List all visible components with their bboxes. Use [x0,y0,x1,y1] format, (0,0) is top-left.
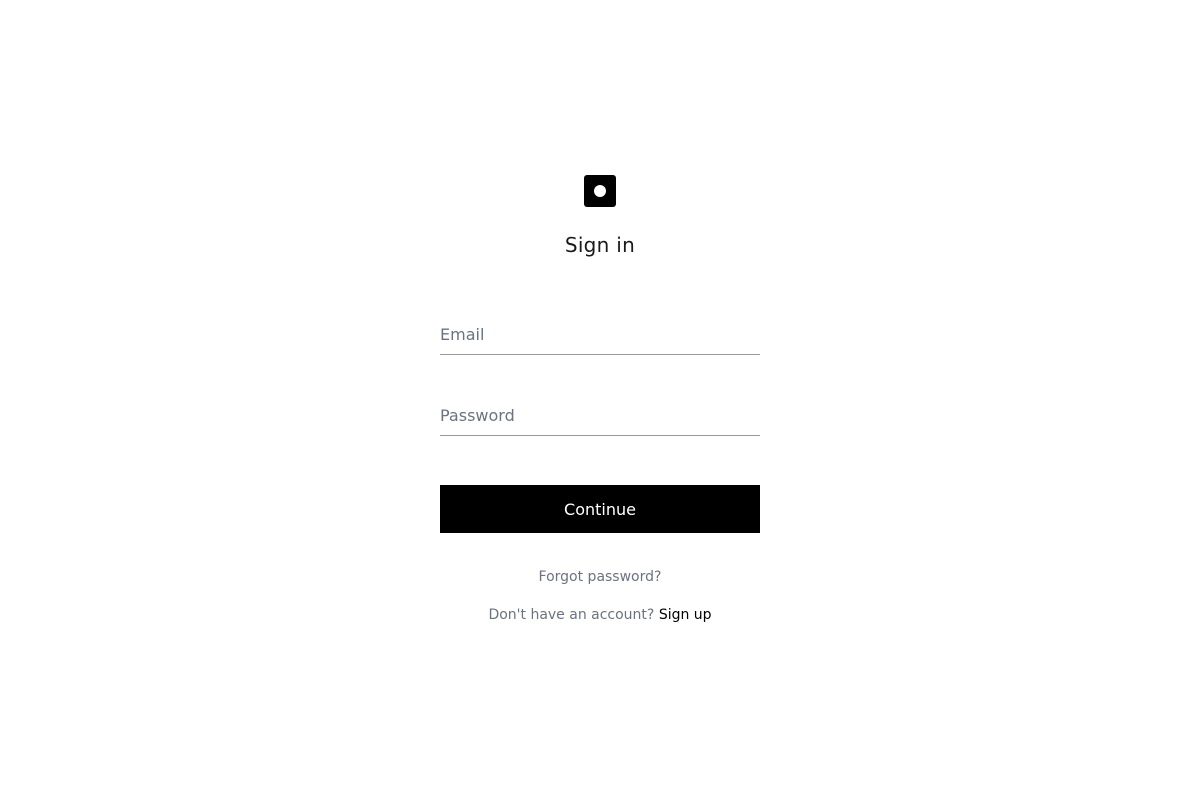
forgot-password-row: Forgot password? [0,568,1200,586]
forgot-password-link[interactable]: Forgot password? [539,569,662,585]
logo-dot [594,185,606,197]
page-title: Sign in [564,233,636,257]
continue-button[interactable]: Continue [440,485,760,533]
signup-row: Don't have an account? Sign up [0,606,1200,624]
sign-in-page: Sign in Continue Forgot password? Don't … [0,0,1200,800]
email-field[interactable] [440,315,760,355]
logo-icon [584,175,616,207]
password-field[interactable] [440,396,760,436]
no-account-text: Don't have an account? [488,607,659,623]
sign-up-link[interactable]: Sign up [659,607,712,623]
